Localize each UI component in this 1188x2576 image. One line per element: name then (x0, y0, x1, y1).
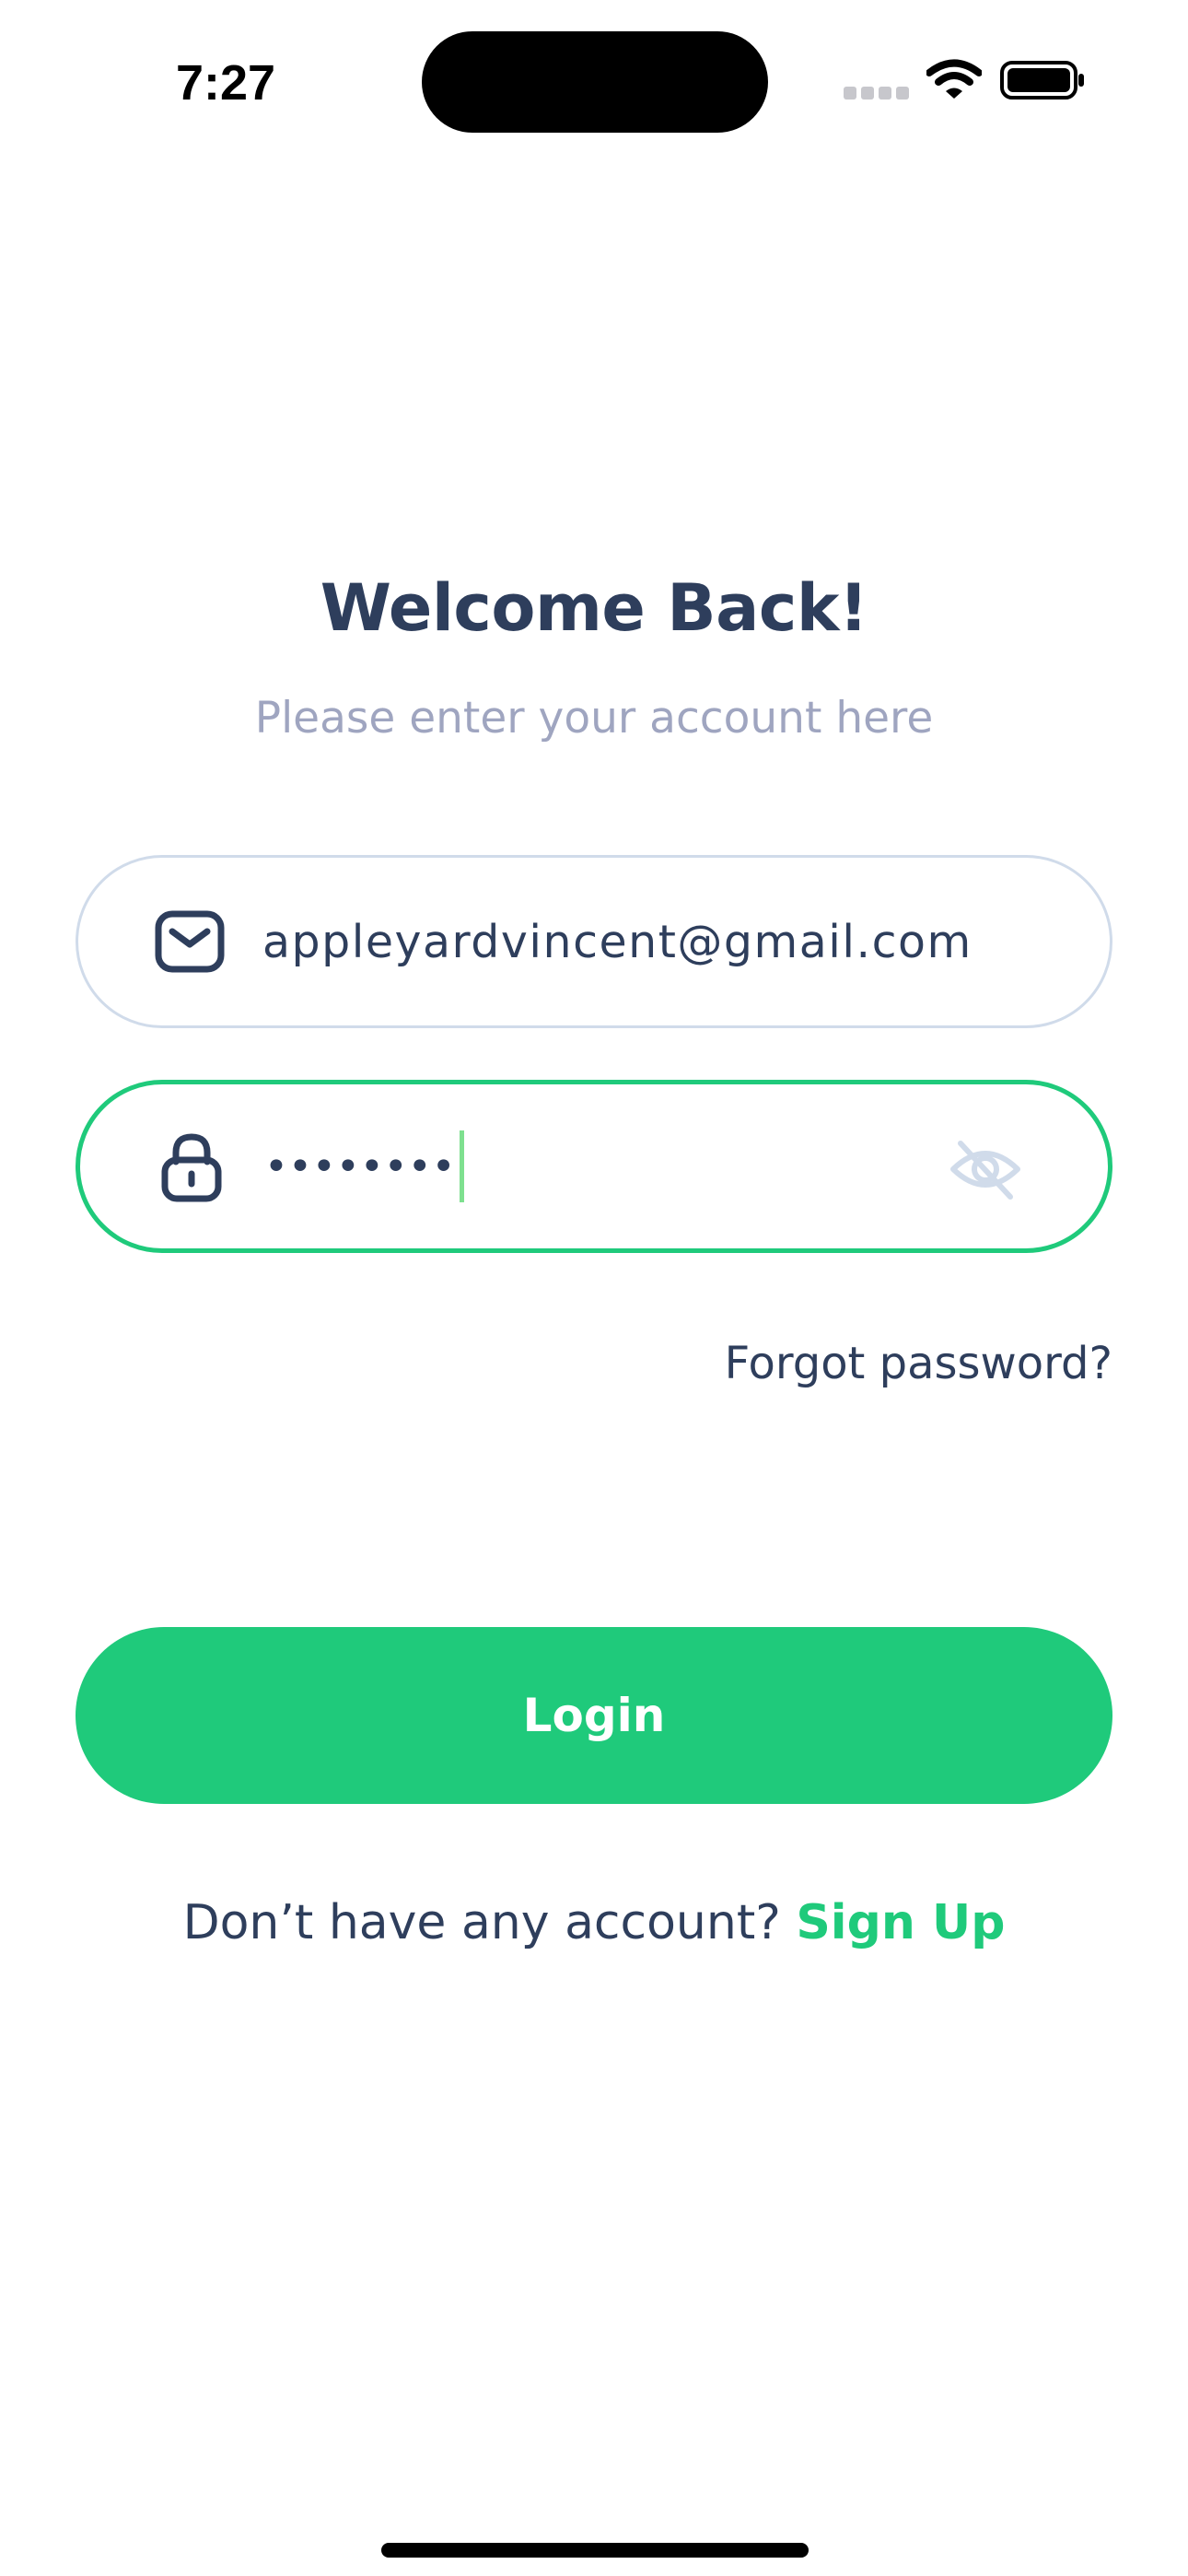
email-field[interactable]: appleyardvincent@gmail.com (76, 855, 1112, 1028)
signal-icon (844, 87, 909, 100)
home-indicator[interactable] (381, 2543, 809, 2558)
battery-icon (1000, 61, 1084, 100)
signup-prompt: Don’t have any account? Sign Up (0, 1881, 1188, 1964)
page-subtitle: Please enter your account here (254, 693, 934, 744)
mail-icon (155, 910, 225, 973)
password-field[interactable]: •••••••• (76, 1080, 1112, 1253)
status-time: 7:27 (175, 55, 276, 111)
lock-icon (161, 1133, 222, 1202)
eye-off-icon[interactable] (948, 1132, 1023, 1206)
signup-prompt-text: Don’t have any account? (182, 1895, 781, 1950)
dynamic-island (422, 31, 768, 133)
password-masked-text: •••••••• (264, 1142, 456, 1190)
login-button[interactable]: Login (76, 1627, 1112, 1804)
password-value: •••••••• (264, 1084, 464, 1248)
signup-link[interactable]: Sign Up (796, 1895, 1005, 1950)
forgot-password-link[interactable]: Forgot password? (725, 1327, 1112, 1400)
email-value: appleyardvincent@gmail.com (262, 915, 973, 968)
text-caret (459, 1130, 464, 1202)
page-title: Welcome Back! (320, 570, 868, 646)
wifi-icon (926, 59, 982, 99)
